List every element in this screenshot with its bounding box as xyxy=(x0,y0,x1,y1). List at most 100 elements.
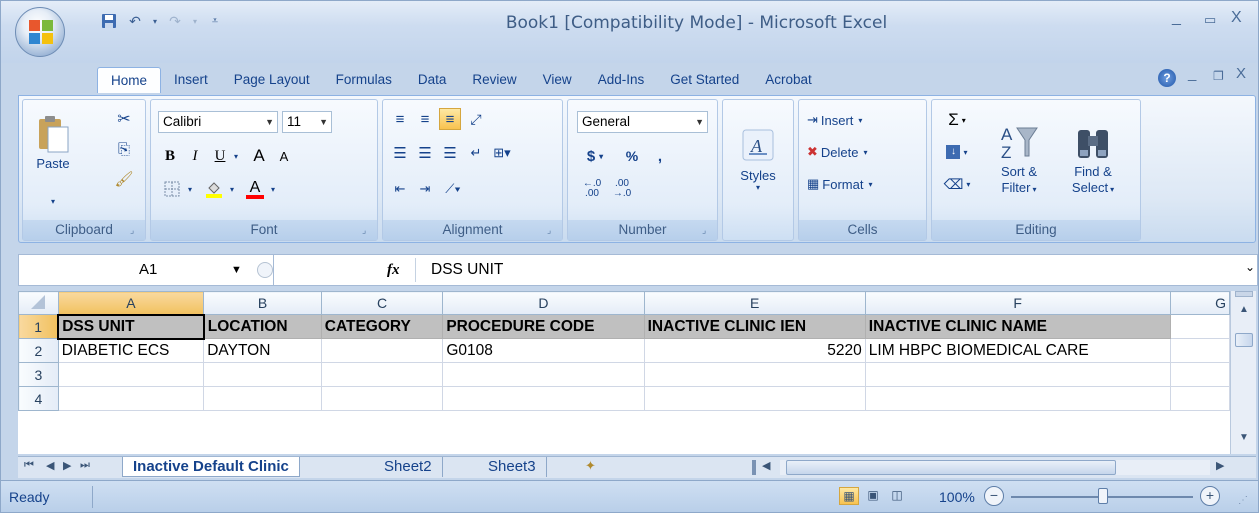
comma-button[interactable]: , xyxy=(648,145,672,167)
prev-sheet-icon[interactable]: ◀ xyxy=(46,459,54,472)
column-header-d[interactable]: D xyxy=(442,291,645,315)
copy-icon[interactable]: ⎘ xyxy=(113,138,135,160)
tab-review[interactable]: Review xyxy=(459,67,529,93)
maximize-icon[interactable]: ▭ xyxy=(1204,12,1216,28)
align-top-icon[interactable]: ≡ xyxy=(389,108,411,130)
cell-f3[interactable] xyxy=(864,362,1171,387)
name-box-dropdown-icon[interactable]: ▼ xyxy=(231,255,242,285)
tab-get-started[interactable]: Get Started xyxy=(657,67,752,93)
cell-c4[interactable] xyxy=(320,386,444,411)
zoom-out-icon[interactable]: − xyxy=(984,486,1004,506)
cell-e2[interactable]: 5220 xyxy=(643,338,866,363)
zoom-level[interactable]: 100% xyxy=(939,489,975,505)
format-painter-icon[interactable]: 🖌 xyxy=(113,168,135,190)
find-select-button[interactable]: Find & Select ▾ xyxy=(1056,106,1130,214)
workbook-restore-icon[interactable]: ❐ xyxy=(1213,69,1224,83)
grow-font-button[interactable]: A xyxy=(247,145,271,167)
currency-button[interactable]: $ ▾ xyxy=(578,145,612,167)
row-header[interactable]: 3 xyxy=(18,362,59,387)
column-header-f[interactable]: F xyxy=(864,291,1171,315)
align-center-icon[interactable]: ☰ xyxy=(414,142,436,164)
cell-g2[interactable] xyxy=(1169,338,1230,363)
fill-button[interactable]: ↓ ▾ xyxy=(940,140,974,164)
tab-split-handle[interactable] xyxy=(752,460,756,475)
split-box[interactable] xyxy=(1235,291,1253,297)
column-header-c[interactable]: C xyxy=(320,291,444,315)
cell-a3[interactable] xyxy=(57,362,205,387)
tab-acrobat[interactable]: Acrobat xyxy=(752,67,825,93)
scroll-right-icon[interactable]: ▶ xyxy=(1216,459,1224,472)
italic-button[interactable]: I xyxy=(184,145,206,167)
font-size-combo[interactable]: 11 ▼ xyxy=(282,111,332,133)
row-header[interactable]: 4 xyxy=(18,386,59,411)
resize-grip-icon[interactable]: ⋰ xyxy=(1238,495,1248,506)
borders-dropdown-icon[interactable]: ▾ xyxy=(185,178,195,200)
row-header[interactable]: 1 xyxy=(18,314,59,339)
decrease-decimal-button[interactable]: .00 →.0 xyxy=(608,178,636,200)
tab-insert[interactable]: Insert xyxy=(161,67,221,93)
fill-color-button[interactable] xyxy=(201,178,227,200)
tab-page-layout[interactable]: Page Layout xyxy=(221,67,323,93)
last-sheet-icon[interactable]: ⏭ xyxy=(80,459,90,472)
row-header[interactable]: 2 xyxy=(18,338,59,363)
cell-d3[interactable] xyxy=(442,362,645,387)
page-layout-view-icon[interactable]: ▣ xyxy=(863,487,883,505)
minimize-icon[interactable]: _ xyxy=(1172,9,1181,27)
vertical-scrollbar[interactable]: ▲ ▼ xyxy=(1230,291,1256,454)
close-icon[interactable]: X xyxy=(1231,9,1242,27)
borders-button[interactable] xyxy=(159,178,185,200)
normal-view-icon[interactable]: ▦ xyxy=(839,487,859,505)
align-left-icon[interactable]: ☰ xyxy=(389,142,411,164)
name-box[interactable]: A1 ▼ xyxy=(19,255,274,285)
font-color-button[interactable]: A xyxy=(243,178,267,200)
cell-d4[interactable] xyxy=(442,386,645,411)
underline-button[interactable]: U xyxy=(209,145,231,167)
increase-indent-icon[interactable]: ⇥ xyxy=(414,178,436,200)
help-icon[interactable]: ? xyxy=(1158,69,1176,87)
cell-f1[interactable]: INACTIVE CLINIC NAME xyxy=(864,314,1171,339)
format-cells-button[interactable]: ▦ Format ▾ xyxy=(807,172,917,196)
sheet-tab-sheet2[interactable]: Sheet2 xyxy=(374,457,443,477)
cell-b3[interactable] xyxy=(203,362,322,387)
tab-view[interactable]: View xyxy=(530,67,585,93)
cell-a1[interactable]: DSS UNIT xyxy=(57,313,205,340)
scroll-left-icon[interactable]: ◀ xyxy=(762,459,770,472)
text-angle-icon[interactable]: ⟋▾ xyxy=(439,178,467,200)
cell-c2[interactable] xyxy=(320,338,444,363)
horizontal-scroll-thumb[interactable] xyxy=(786,460,1116,475)
cell-g1[interactable] xyxy=(1169,314,1230,339)
underline-dropdown-icon[interactable]: ▾ xyxy=(231,145,241,167)
tab-home[interactable]: Home xyxy=(97,67,162,93)
fill-color-dropdown-icon[interactable]: ▾ xyxy=(227,178,237,200)
number-format-combo[interactable]: General ▼ xyxy=(577,111,708,133)
insert-sheet-icon[interactable]: ✦ xyxy=(585,458,596,474)
column-header-a[interactable]: A xyxy=(57,291,205,315)
number-launcher-icon[interactable]: ⌟ xyxy=(702,225,713,236)
cell-c3[interactable] xyxy=(320,362,444,387)
column-header-g[interactable]: G xyxy=(1169,291,1230,315)
paste-button[interactable]: Paste xyxy=(29,106,77,178)
scroll-thumb[interactable] xyxy=(1235,333,1253,347)
sheet-tab-sheet3[interactable]: Sheet3 xyxy=(478,457,547,477)
insert-cells-button[interactable]: ⇥ Insert ▾ xyxy=(807,108,917,132)
align-bottom-icon[interactable]: ≡ xyxy=(439,108,461,130)
zoom-in-icon[interactable]: + xyxy=(1200,486,1220,506)
font-name-combo[interactable]: Calibri ▼ xyxy=(158,111,278,133)
select-all-corner[interactable] xyxy=(18,291,59,315)
clipboard-launcher-icon[interactable]: ⌟ xyxy=(130,225,141,236)
alignment-launcher-icon[interactable]: ⌟ xyxy=(547,225,558,236)
sheet-tab-inactive-default-clinic[interactable]: Inactive Default Clinic xyxy=(122,457,300,477)
styles-button[interactable]: A Styles ▾ xyxy=(729,106,787,214)
workbook-close-icon[interactable]: X xyxy=(1236,65,1246,82)
font-color-dropdown-icon[interactable]: ▾ xyxy=(268,178,278,200)
cell-f4[interactable] xyxy=(864,386,1171,411)
first-sheet-icon[interactable]: ⏮ xyxy=(24,459,34,472)
splitter-handle[interactable] xyxy=(257,262,273,278)
workbook-minimize-icon[interactable]: _ xyxy=(1188,65,1196,82)
cell-e3[interactable] xyxy=(643,362,866,387)
cell-a2[interactable]: DIABETIC ECS xyxy=(57,338,205,363)
cell-e4[interactable] xyxy=(643,386,866,411)
tab-formulas[interactable]: Formulas xyxy=(323,67,405,93)
next-sheet-icon[interactable]: ▶ xyxy=(63,459,71,472)
orientation-icon[interactable]: ⤢ xyxy=(465,108,487,130)
